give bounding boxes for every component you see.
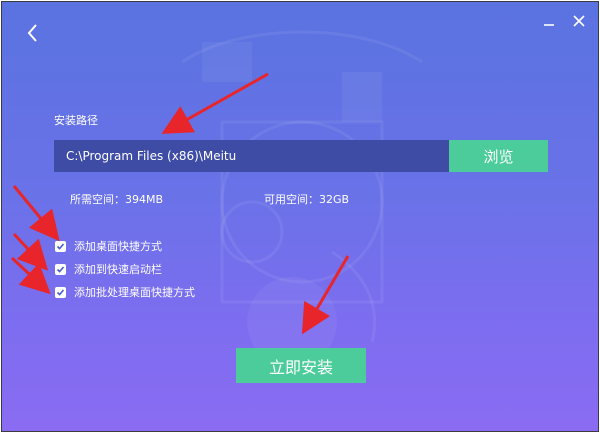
checkbox-checked-icon[interactable]	[55, 263, 66, 275]
minimize-icon[interactable]	[538, 10, 560, 32]
checkbox-checked-icon[interactable]	[55, 286, 66, 298]
browse-button[interactable]: 浏览	[449, 140, 548, 172]
option-desktop-shortcut[interactable]: 添加桌面快捷方式	[55, 238, 162, 254]
option-quick-launch[interactable]: 添加到快速启动栏	[55, 261, 162, 277]
checkbox-checked-icon[interactable]	[55, 240, 66, 252]
installer-window: 安装路径 浏览 所需空间：394MB 可用空间：32GB 添加桌面快捷方式 添加…	[1, 1, 599, 432]
option-label: 添加桌面快捷方式	[74, 240, 162, 253]
chevron-left-icon[interactable]	[20, 20, 46, 46]
install-now-button[interactable]: 立即安装	[236, 348, 366, 383]
close-icon[interactable]	[568, 10, 590, 32]
required-space-text: 所需空间：394MB	[70, 193, 164, 206]
available-space-text: 可用空间：32GB	[264, 193, 350, 206]
option-label: 添加到快速启动栏	[74, 263, 162, 276]
option-batch-shortcut[interactable]: 添加批处理桌面快捷方式	[55, 284, 195, 300]
install-path-input[interactable]	[54, 140, 449, 172]
install-path-label: 安装路径	[54, 114, 98, 127]
option-label: 添加批处理桌面快捷方式	[74, 286, 195, 299]
